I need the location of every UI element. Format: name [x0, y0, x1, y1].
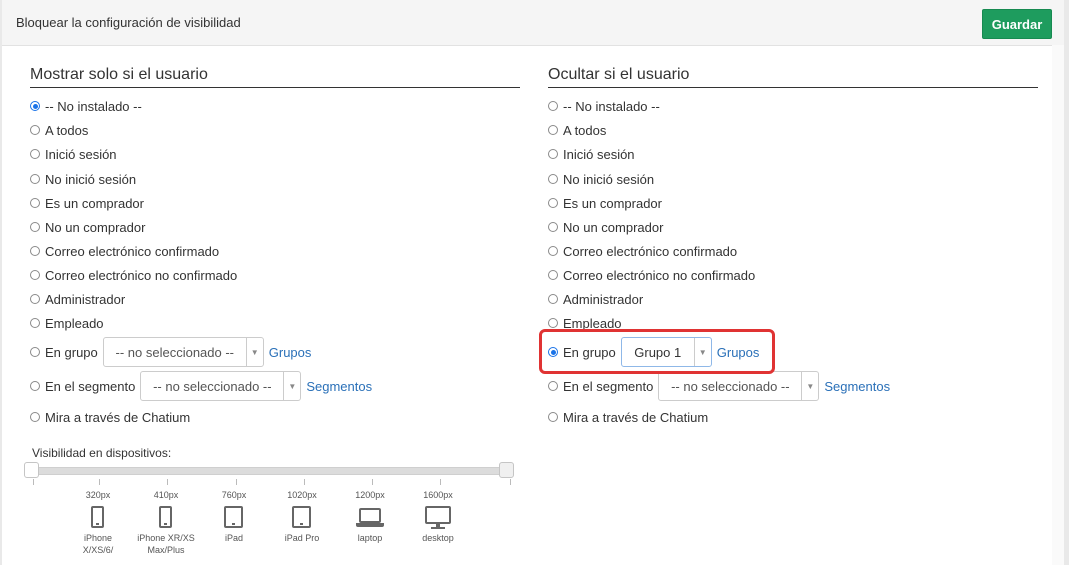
show-option-everyone[interactable]: A todos	[30, 120, 88, 140]
show-option-employee[interactable]: Empleado	[30, 313, 104, 333]
show-option-email-confirmed[interactable]: Correo electrónico confirmado	[30, 241, 219, 261]
radio-button[interactable]	[30, 149, 40, 159]
hide-option-everyone[interactable]: A todos	[548, 120, 606, 140]
show-option-buyer[interactable]: Es un comprador	[30, 193, 144, 213]
desktop-icon	[408, 504, 468, 532]
show-option-logged-in[interactable]: Inició sesión	[30, 144, 117, 164]
hide-option-chatium[interactable]: Mira a través de Chatium	[548, 407, 708, 427]
radio-button[interactable]	[30, 246, 40, 256]
phone-icon	[68, 504, 128, 532]
show-option-not-installed[interactable]: -- No instalado --	[30, 96, 142, 116]
slider-tick	[440, 479, 441, 485]
show-option-not-logged-in[interactable]: No inició sesión	[30, 169, 136, 189]
slider-tick	[33, 479, 34, 485]
hide-segment-select[interactable]: -- no seleccionado -- ▼	[658, 371, 820, 401]
tablet-icon	[272, 504, 332, 532]
dialog-title: Bloquear la configuración de visibilidad	[16, 15, 241, 30]
device-visibility-label: Visibilidad en dispositivos:	[32, 446, 172, 460]
hide-option-buyer[interactable]: Es un comprador	[548, 193, 662, 213]
hide-section-heading: Ocultar si el usuario	[548, 66, 1038, 88]
radio-button[interactable]	[548, 125, 558, 135]
radio-button[interactable]	[548, 149, 558, 159]
radio-button[interactable]	[30, 294, 40, 304]
radio-button[interactable]	[548, 318, 558, 328]
slider-tick	[304, 479, 305, 485]
slider-tick	[99, 479, 100, 485]
hide-option-not-logged-in[interactable]: No inició sesión	[548, 169, 654, 189]
radio-button[interactable]	[548, 101, 558, 111]
radio-button[interactable]	[30, 125, 40, 135]
slider-tick	[236, 479, 237, 485]
device-iphone-x: 320px iPhone X/XS/6/	[68, 490, 128, 556]
slider-handle-max[interactable]	[499, 462, 514, 478]
device-desktop: 1600px desktop	[408, 490, 468, 544]
show-group-select[interactable]: -- no seleccionado -- ▼	[102, 337, 264, 367]
radio-button[interactable]	[30, 198, 40, 208]
laptop-icon	[340, 504, 400, 532]
hide-option-email-confirmed[interactable]: Correo electrónico confirmado	[548, 241, 737, 261]
device-ipad: 760px iPad	[204, 490, 264, 544]
show-groups-link[interactable]: Grupos	[269, 345, 312, 360]
radio-button[interactable]	[548, 270, 558, 280]
radio-button[interactable]	[548, 222, 558, 232]
radio-button[interactable]	[548, 246, 558, 256]
radio-button[interactable]	[30, 347, 40, 357]
highlight-box	[539, 329, 775, 374]
radio-button[interactable]	[548, 198, 558, 208]
hide-option-not-buyer[interactable]: No un comprador	[548, 217, 663, 237]
show-option-not-buyer[interactable]: No un comprador	[30, 217, 145, 237]
show-section-heading: Mostrar solo si el usuario	[30, 66, 520, 88]
show-option-in-segment[interactable]: En el segmento -- no seleccionado -- ▼ Se…	[30, 371, 372, 401]
show-option-chatium[interactable]: Mira a través de Chatium	[30, 407, 190, 427]
show-option-email-unconfirmed[interactable]: Correo electrónico no confirmado	[30, 265, 237, 285]
hide-segments-link[interactable]: Segmentos	[824, 379, 890, 394]
radio-button[interactable]	[548, 294, 558, 304]
visibility-dialog: Bloquear la configuración de visibilidad…	[2, 0, 1064, 565]
device-iphone-xr: 410px iPhone XR/XS Max/Plus	[136, 490, 196, 555]
tablet-icon	[204, 504, 264, 532]
slider-tick	[510, 479, 511, 485]
hide-option-email-unconfirmed[interactable]: Correo electrónico no confirmado	[548, 265, 755, 285]
show-option-admin[interactable]: Administrador	[30, 289, 125, 309]
slider-tick	[372, 479, 373, 485]
device-range-slider[interactable]	[30, 467, 514, 475]
chevron-down-icon: ▼	[801, 372, 818, 400]
hide-option-in-segment[interactable]: En el segmento -- no seleccionado -- ▼ Se…	[548, 371, 890, 401]
scrollbar[interactable]	[1052, 45, 1064, 565]
show-segment-select[interactable]: -- no seleccionado -- ▼	[140, 371, 302, 401]
hide-option-admin[interactable]: Administrador	[548, 289, 643, 309]
radio-button[interactable]	[30, 318, 40, 328]
radio-button[interactable]	[30, 222, 40, 232]
phone-icon	[136, 504, 196, 532]
radio-button[interactable]	[548, 412, 558, 422]
slider-handle-min[interactable]	[24, 462, 39, 478]
chevron-down-icon: ▼	[245, 338, 263, 366]
radio-button[interactable]	[30, 270, 40, 280]
radio-button[interactable]	[30, 381, 40, 391]
dialog-header: Bloquear la configuración de visibilidad…	[2, 0, 1064, 46]
radio-button[interactable]	[30, 101, 40, 111]
chevron-down-icon: ▼	[283, 372, 300, 400]
show-segments-link[interactable]: Segmentos	[306, 379, 372, 394]
radio-button[interactable]	[30, 174, 40, 184]
hide-option-logged-in[interactable]: Inició sesión	[548, 144, 635, 164]
radio-button[interactable]	[548, 174, 558, 184]
slider-tick	[167, 479, 168, 485]
save-button[interactable]: Guardar	[982, 9, 1052, 39]
device-ipad-pro: 1020px iPad Pro	[272, 490, 332, 544]
device-laptop: 1200px laptop	[340, 490, 400, 544]
radio-button[interactable]	[30, 412, 40, 422]
hide-option-not-installed[interactable]: -- No instalado --	[548, 96, 660, 116]
radio-button[interactable]	[548, 381, 558, 391]
show-option-in-group[interactable]: En grupo -- no seleccionado -- ▼ Grupos	[30, 337, 311, 367]
slider-ticks	[30, 479, 514, 487]
show-section: Mostrar solo si el usuario -- No instala…	[30, 66, 520, 425]
hide-section: Ocultar si el usuario -- No instalado --…	[548, 66, 1038, 425]
